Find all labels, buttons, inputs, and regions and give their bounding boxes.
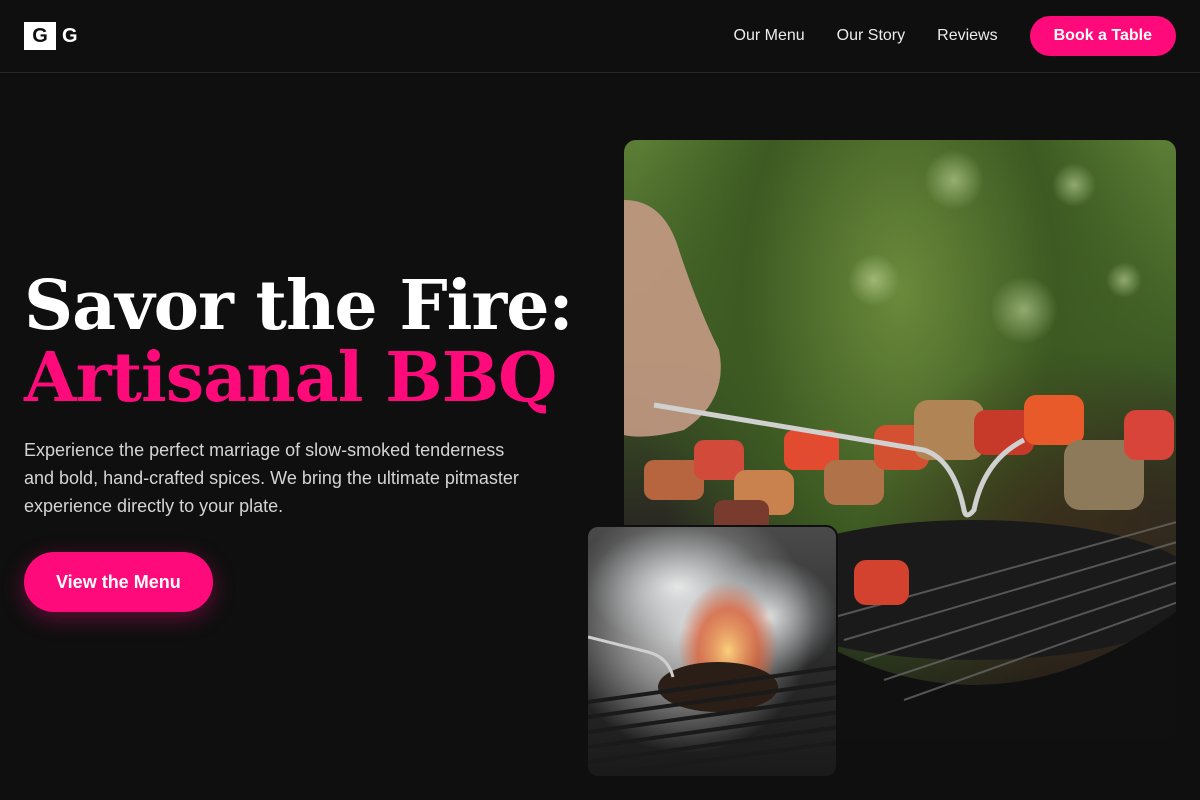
- logo-mark: G: [24, 22, 56, 50]
- hero-title-line-2: Artisanal BBQ: [24, 338, 557, 418]
- nav-link-reviews[interactable]: Reviews: [937, 27, 997, 45]
- site-header: G G Our Menu Our Story Reviews Book a Ta…: [0, 0, 1200, 73]
- smoking-grill-photo: [586, 525, 838, 778]
- logo[interactable]: G G: [24, 22, 78, 50]
- hero-content: Savor the Fire: Artisanal BBQ Experience…: [24, 270, 584, 612]
- nav-link-our-story[interactable]: Our Story: [837, 27, 905, 45]
- hero-description: Experience the perfect marriage of slow-…: [24, 440, 519, 516]
- nav-link-our-menu[interactable]: Our Menu: [734, 27, 805, 45]
- book-table-button[interactable]: Book a Table: [1029, 16, 1176, 56]
- main-nav: Our Menu Our Story Reviews Book a Table: [734, 16, 1176, 56]
- logo-text: G: [62, 24, 78, 47]
- smoke-illustration: [588, 527, 836, 776]
- view-menu-button[interactable]: View the Menu: [24, 552, 213, 612]
- hero-title: Savor the Fire: Artisanal BBQ: [24, 270, 584, 414]
- hero-title-line-1: Savor the Fire:: [24, 266, 574, 346]
